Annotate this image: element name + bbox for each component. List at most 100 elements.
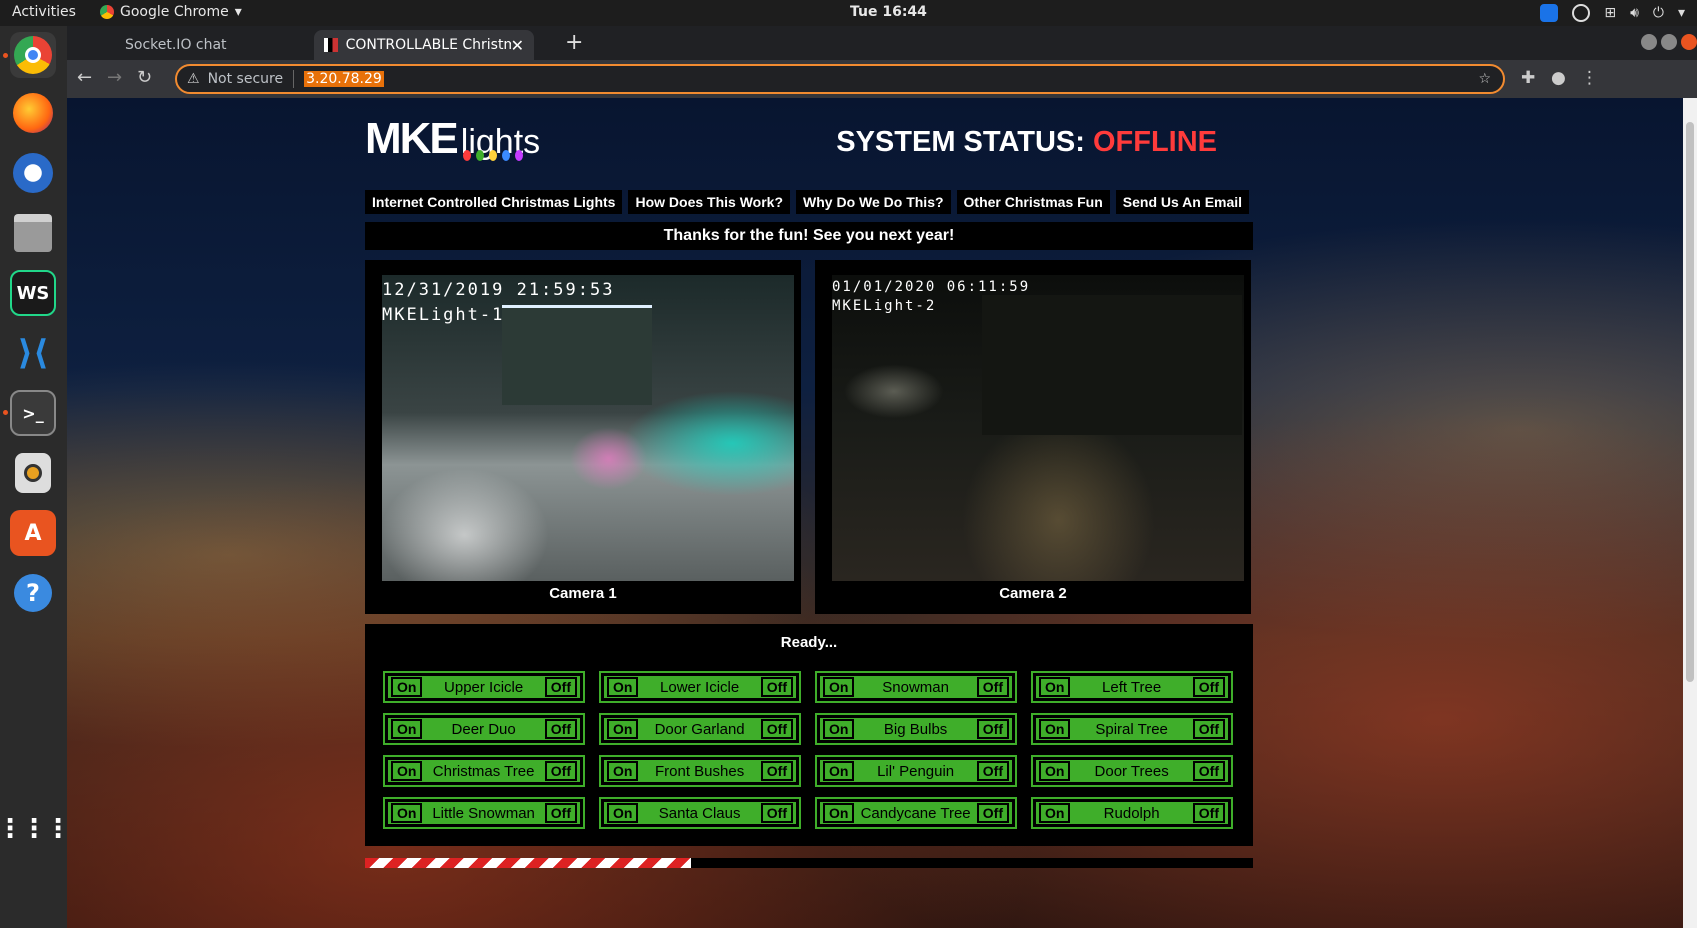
forward-icon[interactable]: → <box>107 67 122 88</box>
off-button[interactable]: Off <box>544 677 577 697</box>
menu-icon[interactable]: ⋮ <box>1581 68 1598 88</box>
on-button[interactable]: On <box>823 719 855 739</box>
reload-icon[interactable]: ↻ <box>137 67 152 88</box>
firefox-icon[interactable] <box>10 90 56 136</box>
off-button[interactable]: Off <box>976 719 1009 739</box>
light-name: Big Bulbs <box>883 720 948 738</box>
off-button[interactable]: Off <box>760 761 793 781</box>
webstorm-icon[interactable]: WS <box>10 270 56 316</box>
on-button[interactable]: On <box>607 677 639 697</box>
light-control-left-tree: On Left Tree Off <box>1031 671 1233 703</box>
warning-icon[interactable]: ⚠ <box>187 71 200 87</box>
off-button[interactable]: Off <box>976 677 1009 697</box>
on-button[interactable]: On <box>1039 761 1071 781</box>
vscode-icon[interactable]: ⟩⟨ <box>10 330 56 376</box>
off-button[interactable]: Off <box>544 761 577 781</box>
nav-send-us-an-email[interactable]: Send Us An Email <box>1115 190 1250 214</box>
light-name: Door Garland <box>654 720 745 738</box>
chrome-dock-icon[interactable] <box>10 32 56 78</box>
divider <box>293 70 295 88</box>
on-button[interactable]: On <box>607 761 639 781</box>
off-button[interactable]: Off <box>1192 677 1225 697</box>
teamviewer-icon[interactable] <box>1540 4 1559 22</box>
on-button[interactable]: On <box>823 677 855 697</box>
on-button[interactable]: On <box>391 719 423 739</box>
network-icon[interactable]: ⊞ <box>1604 5 1616 21</box>
close-window-button[interactable] <box>1681 34 1697 50</box>
ready-status: Ready... <box>780 634 838 651</box>
software-center-icon[interactable]: A <box>10 510 56 556</box>
off-button[interactable]: Off <box>544 719 577 739</box>
light-control-inner: On Door Garland Off <box>603 717 797 741</box>
on-button[interactable]: On <box>391 761 423 781</box>
off-button[interactable]: Off <box>760 803 793 823</box>
app-menu[interactable]: Google Chrome ▾ <box>100 4 242 20</box>
profile-icon[interactable]: ● <box>1551 68 1566 88</box>
system-tray[interactable]: ⊞ 🔊︎ ⏻ ▾ <box>1540 2 1685 24</box>
on-button[interactable]: On <box>1039 719 1071 739</box>
light-control-door-garland: On Door Garland Off <box>599 713 801 745</box>
light-name: Rudolph <box>1103 804 1160 822</box>
light-name: Deer Duo <box>451 720 516 738</box>
candy-cane-stripe <box>365 858 691 868</box>
nav-other-christmas-fun[interactable]: Other Christmas Fun <box>956 190 1110 214</box>
help-icon[interactable]: ? <box>10 570 56 616</box>
bookmark-star-icon[interactable]: ☆ <box>1478 71 1491 87</box>
light-control-door-trees: On Door Trees Off <box>1031 755 1233 787</box>
page-scrollbar[interactable] <box>1683 98 1697 928</box>
light-control-santa-claus: On Santa Claus Off <box>599 797 801 829</box>
status-value: OFFLINE <box>1092 126 1217 158</box>
light-name: Candycane Tree <box>860 804 971 822</box>
off-button[interactable]: Off <box>1192 761 1225 781</box>
rhythmbox-icon[interactable] <box>10 450 56 496</box>
chrome-icon <box>100 5 114 19</box>
light-control-inner: On Candycane Tree Off <box>819 801 1013 825</box>
off-button[interactable]: Off <box>1192 719 1225 739</box>
off-button[interactable]: Off <box>760 677 793 697</box>
on-button[interactable]: On <box>607 719 639 739</box>
tab-socketio-chat[interactable]: Socket.IO chat ✕ <box>93 30 341 60</box>
on-button[interactable]: On <box>391 677 423 697</box>
tab-controllable-christmas[interactable]: CONTROLLABLE Christmas ✕ <box>314 30 534 60</box>
minimize-button[interactable] <box>1641 34 1657 50</box>
power-icon[interactable]: ⏻ <box>1653 5 1664 21</box>
on-button[interactable]: On <box>1039 803 1071 823</box>
on-button[interactable]: On <box>823 803 855 823</box>
security-label[interactable]: Not secure <box>208 71 284 87</box>
back-icon[interactable]: ← <box>77 67 92 88</box>
nav-how-does-this-work[interactable]: How Does This Work? <box>628 190 791 214</box>
activities-button[interactable]: Activities <box>12 4 76 20</box>
address-bar[interactable]: ⚠ Not secure 3.20.78.29 ☆ <box>175 64 1505 94</box>
on-button[interactable]: On <box>391 803 423 823</box>
thunderbird-icon[interactable] <box>10 150 56 196</box>
files-icon[interactable] <box>10 210 56 256</box>
off-button[interactable]: Off <box>1192 803 1225 823</box>
on-button[interactable]: On <box>607 803 639 823</box>
terminal-icon[interactable]: >_ <box>10 390 56 436</box>
off-button[interactable]: Off <box>760 719 793 739</box>
nav-internet-controlled-lights[interactable]: Internet Controlled Christmas Lights <box>365 190 623 214</box>
off-button[interactable]: Off <box>976 803 1009 823</box>
show-applications-icon[interactable]: ⋮⋮⋮ <box>0 806 71 852</box>
new-tab-button[interactable]: + <box>565 30 583 55</box>
sync-icon[interactable] <box>1572 4 1591 22</box>
nav-why-do-we-do-this[interactable]: Why Do We Do This? <box>796 190 951 214</box>
scrollbar-thumb[interactable] <box>1686 122 1694 682</box>
on-button[interactable]: On <box>823 761 855 781</box>
url-text[interactable]: 3.20.78.29 <box>304 71 384 87</box>
off-button[interactable]: Off <box>544 803 577 823</box>
light-name: Door Trees <box>1094 762 1169 780</box>
maximize-button[interactable] <box>1661 34 1677 50</box>
light-control-inner: On Front Bushes Off <box>603 759 797 783</box>
clock[interactable]: Tue 16:44 <box>850 4 927 20</box>
chevron-down-icon[interactable]: ▾ <box>1678 5 1685 21</box>
tab-strip: Socket.IO chat ✕ CONTROLLABLE Christmas … <box>67 26 1697 60</box>
extensions-icon[interactable]: ✚ <box>1521 68 1535 88</box>
off-button[interactable]: Off <box>976 761 1009 781</box>
close-icon[interactable]: ✕ <box>511 36 524 55</box>
on-button[interactable]: On <box>1039 677 1071 697</box>
light-control-inner: On Deer Duo Off <box>387 717 581 741</box>
volume-icon[interactable]: 🔊︎ <box>1630 5 1639 21</box>
footer-bar <box>691 858 1253 868</box>
page-viewport: MKE lights SYSTEM STATUS: OFFLINE Intern… <box>67 98 1683 928</box>
